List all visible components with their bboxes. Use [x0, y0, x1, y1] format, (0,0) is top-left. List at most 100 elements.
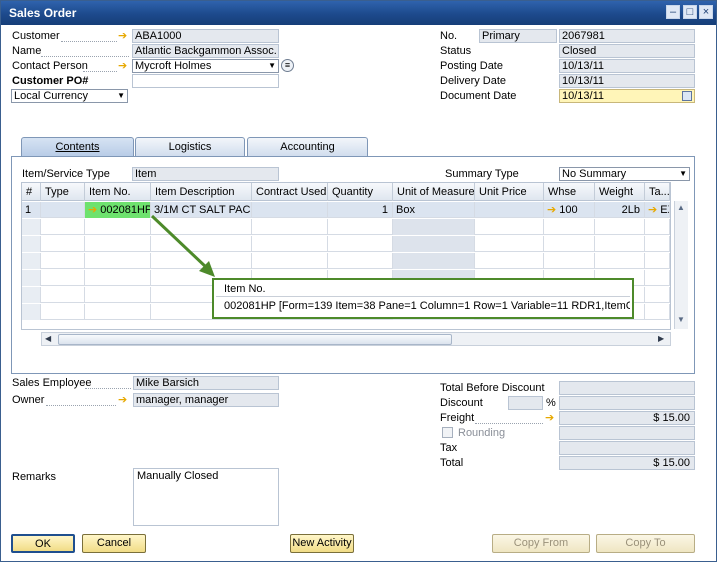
- owner-field[interactable]: manager, manager: [133, 393, 279, 407]
- delivery-date-field[interactable]: 10/13/11: [559, 74, 695, 88]
- col-header-item-no[interactable]: Item No.: [85, 183, 151, 201]
- cell[interactable]: [328, 236, 393, 252]
- cell[interactable]: [645, 219, 670, 235]
- owner-link-arrow-icon[interactable]: ➔: [118, 395, 130, 406]
- cell[interactable]: [328, 219, 393, 235]
- table-row[interactable]: [22, 219, 670, 235]
- freight-link-arrow-icon[interactable]: ➔: [545, 413, 557, 424]
- cell[interactable]: [544, 253, 595, 269]
- item-link-arrow-icon[interactable]: ➔: [88, 204, 97, 216]
- cell[interactable]: [544, 236, 595, 252]
- calendar-icon[interactable]: [682, 91, 692, 101]
- cell[interactable]: [393, 253, 475, 269]
- list-icon[interactable]: ≡: [281, 59, 294, 72]
- new-activity-button[interactable]: New Activity: [290, 534, 354, 553]
- cell[interactable]: [544, 219, 595, 235]
- table-row[interactable]: [22, 236, 670, 252]
- cell[interactable]: [252, 253, 328, 269]
- whse-link-arrow-icon[interactable]: ➔: [547, 204, 556, 216]
- row-price[interactable]: [475, 202, 544, 218]
- row-whse-cell[interactable]: ➔ 100: [544, 202, 595, 218]
- scroll-left-icon[interactable]: ◀: [45, 334, 51, 343]
- col-header-unit-of-measure[interactable]: Unit of Measure: [393, 183, 475, 201]
- cell[interactable]: [645, 270, 670, 286]
- cell[interactable]: [41, 287, 85, 303]
- contact-person-dropdown[interactable]: Mycroft Holmes ▼: [132, 59, 279, 73]
- row-type[interactable]: [41, 202, 85, 218]
- col-header-tax[interactable]: Ta...: [645, 183, 670, 201]
- status-field[interactable]: Closed: [559, 44, 695, 58]
- col-header-weight[interactable]: Weight: [595, 183, 645, 201]
- discount-percent-field[interactable]: [508, 396, 543, 410]
- tab-accounting[interactable]: Accounting: [247, 137, 368, 157]
- minimize-icon[interactable]: –: [666, 5, 680, 19]
- cell[interactable]: [595, 236, 645, 252]
- ok-button[interactable]: OK: [11, 534, 75, 553]
- cell[interactable]: [85, 287, 151, 303]
- col-header-unit-price[interactable]: Unit Price: [475, 183, 544, 201]
- summary-type-dropdown[interactable]: No Summary ▼: [559, 167, 690, 181]
- total-before-discount-field[interactable]: [559, 381, 695, 395]
- row-item-no-cell[interactable]: ➔ 002081HP: [85, 202, 151, 218]
- cell[interactable]: [595, 253, 645, 269]
- rounding-field[interactable]: [559, 426, 695, 440]
- cell[interactable]: [41, 253, 85, 269]
- document-date-field[interactable]: 10/13/11: [559, 89, 695, 103]
- customer-field[interactable]: ABA1000: [132, 29, 279, 43]
- col-header-num[interactable]: #: [22, 183, 41, 201]
- row-weight[interactable]: 2Lb: [595, 202, 645, 218]
- col-header-item-description[interactable]: Item Description: [151, 183, 252, 201]
- grid-horizontal-scrollbar[interactable]: ◀ ▶: [41, 332, 671, 346]
- cell[interactable]: [328, 253, 393, 269]
- col-header-type[interactable]: Type: [41, 183, 85, 201]
- scroll-thumb[interactable]: [58, 334, 452, 345]
- cell[interactable]: [41, 270, 85, 286]
- cell[interactable]: [393, 236, 475, 252]
- cell[interactable]: [41, 236, 85, 252]
- scroll-down-icon[interactable]: ▼: [677, 315, 685, 324]
- name-field[interactable]: Atlantic Backgammon Assoc.: [132, 44, 279, 58]
- cell[interactable]: [85, 253, 151, 269]
- tax-field[interactable]: [559, 441, 695, 455]
- cell[interactable]: [645, 236, 670, 252]
- row-uom[interactable]: Box: [393, 202, 475, 218]
- freight-field[interactable]: $ 15.00: [559, 411, 695, 425]
- cell[interactable]: [595, 219, 645, 235]
- cell[interactable]: [41, 219, 85, 235]
- grid-vertical-scrollbar[interactable]: ▲ ▼: [674, 201, 688, 329]
- sales-employee-field[interactable]: Mike Barsich: [133, 376, 279, 390]
- col-header-contract-used[interactable]: Contract Used: [252, 183, 328, 201]
- table-row[interactable]: [22, 253, 670, 269]
- customer-link-arrow-icon[interactable]: ➔: [118, 31, 130, 42]
- cell[interactable]: [475, 219, 544, 235]
- cell[interactable]: [393, 219, 475, 235]
- cell[interactable]: [252, 219, 328, 235]
- cell[interactable]: [475, 253, 544, 269]
- row-contract[interactable]: [252, 202, 328, 218]
- cell[interactable]: [85, 236, 151, 252]
- cell[interactable]: [645, 253, 670, 269]
- scroll-right-icon[interactable]: ▶: [658, 334, 664, 343]
- copy-from-button[interactable]: Copy From: [492, 534, 590, 553]
- tab-logistics[interactable]: Logistics: [135, 137, 245, 157]
- posting-date-field[interactable]: 10/13/11: [559, 59, 695, 73]
- remarks-textarea[interactable]: Manually Closed: [133, 468, 279, 526]
- cell[interactable]: [252, 236, 328, 252]
- currency-dropdown[interactable]: Local Currency ▼: [11, 89, 128, 103]
- row-tax-cell[interactable]: ➔ EX: [645, 202, 670, 218]
- col-header-whse[interactable]: Whse: [544, 183, 595, 201]
- contact-link-arrow-icon[interactable]: ➔: [118, 61, 130, 72]
- cell[interactable]: [41, 304, 85, 320]
- cancel-button[interactable]: Cancel: [82, 534, 146, 553]
- item-service-type-field[interactable]: Item: [132, 167, 279, 181]
- rounding-checkbox[interactable]: [442, 427, 453, 438]
- total-field[interactable]: $ 15.00: [559, 456, 695, 470]
- series-dropdown[interactable]: Primary: [479, 29, 557, 43]
- doc-no-field[interactable]: 2067981: [559, 29, 695, 43]
- discount-field[interactable]: [559, 396, 695, 410]
- tax-link-arrow-icon[interactable]: ➔: [648, 204, 657, 216]
- tab-contents[interactable]: Contents: [21, 137, 134, 157]
- cell[interactable]: [85, 219, 151, 235]
- cell[interactable]: [645, 304, 670, 320]
- cell[interactable]: [645, 287, 670, 303]
